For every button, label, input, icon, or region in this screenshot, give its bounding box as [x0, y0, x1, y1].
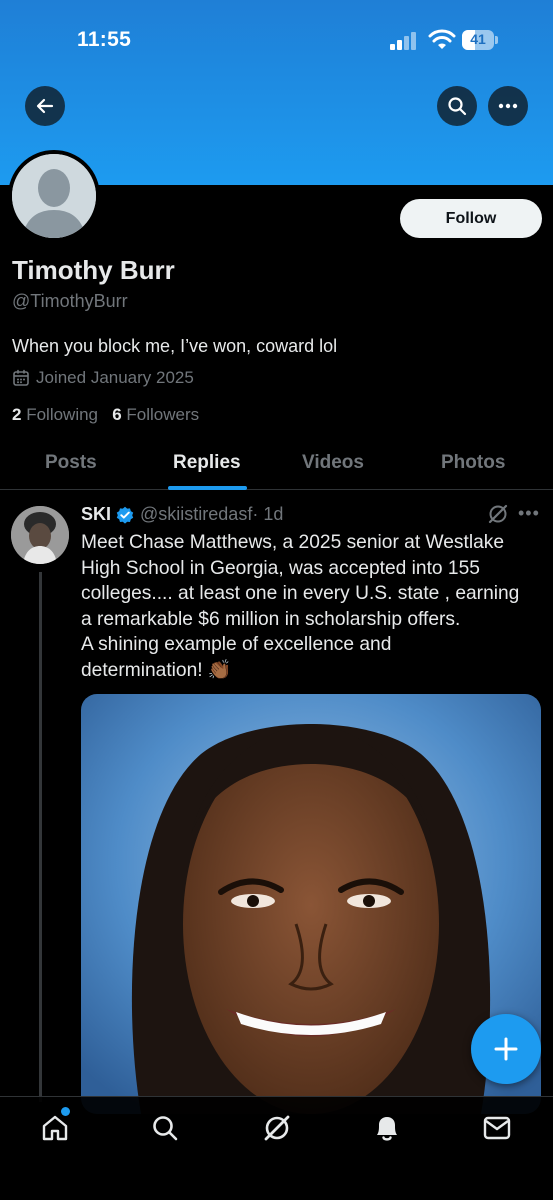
following-count: 2: [12, 405, 22, 424]
tab-posts[interactable]: Posts: [45, 452, 97, 474]
post-text-line: A shining example of excellence and: [81, 634, 392, 655]
plus-icon: [494, 1037, 518, 1061]
status-time: 11:55: [77, 28, 132, 51]
following-link[interactable]: 2 Following: [12, 405, 98, 424]
joined-label: Joined January 2025: [36, 368, 194, 387]
status-bar: 11:55 41: [0, 0, 553, 80]
battery-level: 41: [470, 31, 486, 47]
profile-bio: When you block me, I’ve won, coward lol: [12, 336, 338, 356]
more-button[interactable]: [488, 86, 528, 126]
following-label: Following: [26, 405, 99, 424]
post-more-icon[interactable]: •••: [518, 503, 540, 524]
post-text: Meet Chase Matthews, a 2025 senior at We…: [81, 530, 541, 683]
home-icon: [42, 1115, 68, 1141]
arrow-left-icon: [36, 98, 54, 114]
joined-date: Joined January 2025: [12, 368, 194, 388]
thread-line: [39, 572, 42, 1102]
tab-photos[interactable]: Photos: [441, 452, 505, 474]
author-photo: [11, 506, 69, 564]
battery-icon: 41: [462, 30, 498, 50]
nav-search[interactable]: [148, 1111, 182, 1145]
notifications-icon: [377, 1117, 397, 1141]
post-text-line: colleges.... at least one in every U.S. …: [81, 583, 520, 604]
messages-icon: [483, 1116, 511, 1140]
post-time: · 1d: [252, 504, 284, 524]
active-tab-indicator: [168, 486, 247, 490]
nav-notifications[interactable]: [370, 1111, 404, 1145]
post-text-line: determination! 👏🏾: [81, 659, 232, 681]
nav-home[interactable]: [38, 1111, 72, 1145]
nav-messages[interactable]: [480, 1111, 514, 1145]
post-header: SKI @skiistiredasf · 1d: [81, 504, 283, 525]
post-text-line: a remarkable $6 million in scholarship o…: [81, 608, 461, 630]
calendar-icon: [13, 369, 29, 386]
followers-link[interactable]: 6 Followers: [112, 405, 199, 424]
tab-videos[interactable]: Videos: [302, 452, 364, 474]
profile-name: Timothy Burr: [12, 255, 175, 285]
verified-badge-icon: [116, 506, 134, 524]
more-horizontal-icon: [498, 103, 518, 109]
post-author-name[interactable]: SKI: [81, 504, 111, 525]
back-button[interactable]: [25, 86, 65, 126]
signal-icon: [390, 32, 420, 50]
profile-avatar[interactable]: [8, 150, 100, 242]
grok-icon[interactable]: [487, 503, 509, 530]
followers-count: 6: [112, 405, 122, 424]
compose-button[interactable]: [471, 1014, 541, 1084]
post-author-avatar[interactable]: [11, 506, 69, 564]
search-icon: [448, 97, 467, 116]
profile-handle: @TimothyBurr: [12, 291, 128, 311]
post-author-handle[interactable]: @skiistiredasf: [140, 504, 252, 525]
profile-tabs: Posts Replies Videos Photos: [0, 440, 553, 490]
follow-counts: 2 Following 6 Followers: [12, 405, 199, 425]
nav-grok[interactable]: [260, 1111, 294, 1145]
home-unread-dot: [61, 1107, 70, 1116]
post-text-line: High School in Georgia, was accepted int…: [81, 557, 480, 579]
wifi-icon: [428, 29, 456, 51]
search-icon: [153, 1116, 178, 1141]
followers-label: Followers: [126, 405, 200, 424]
bottom-nav: [0, 1096, 553, 1200]
grok-icon: [264, 1115, 290, 1141]
tab-replies[interactable]: Replies: [173, 452, 241, 474]
search-button[interactable]: [437, 86, 477, 126]
post-text-line: Meet Chase Matthews, a 2025 senior at We…: [81, 532, 505, 553]
follow-button[interactable]: Follow: [400, 199, 542, 238]
default-avatar-icon: [12, 154, 96, 238]
